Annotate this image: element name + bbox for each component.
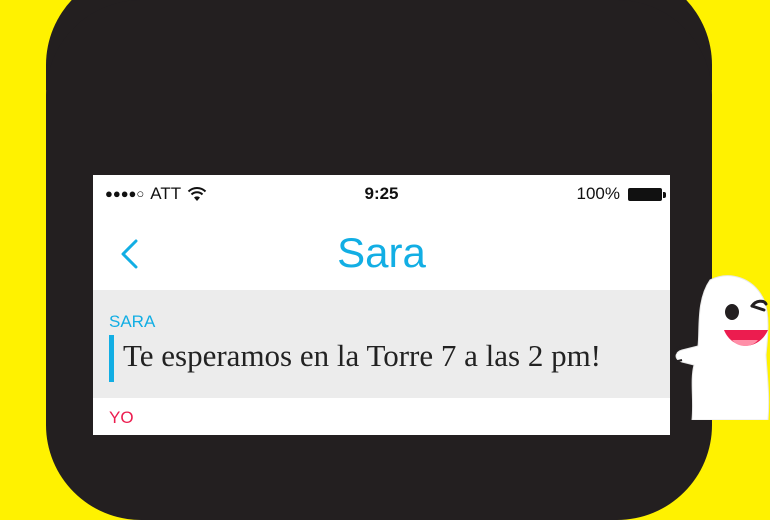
sender-label-sara: SARA [109, 312, 156, 331]
nav-bar: Sara [93, 215, 670, 290]
status-bar: ●●●●○ ATT 9:25 100% [93, 175, 670, 215]
battery-percent: 100% [576, 184, 620, 203]
message-sara: SARA Te esperamos en la Torre 7 a las 2 … [93, 290, 670, 398]
message-text: Te esperamos en la Torre 7 a las 2 pm! [123, 338, 602, 373]
chat-title: Sara [337, 229, 426, 276]
battery-icon [628, 187, 666, 201]
phone-screen: ●●●●○ ATT 9:25 100% Sara SARA Te esperam… [93, 175, 670, 435]
sender-label-yo: YO [109, 408, 134, 427]
message-accent-bar [109, 335, 114, 382]
status-right: 100% [576, 184, 666, 204]
snapchat-ghost-icon [673, 275, 770, 420]
